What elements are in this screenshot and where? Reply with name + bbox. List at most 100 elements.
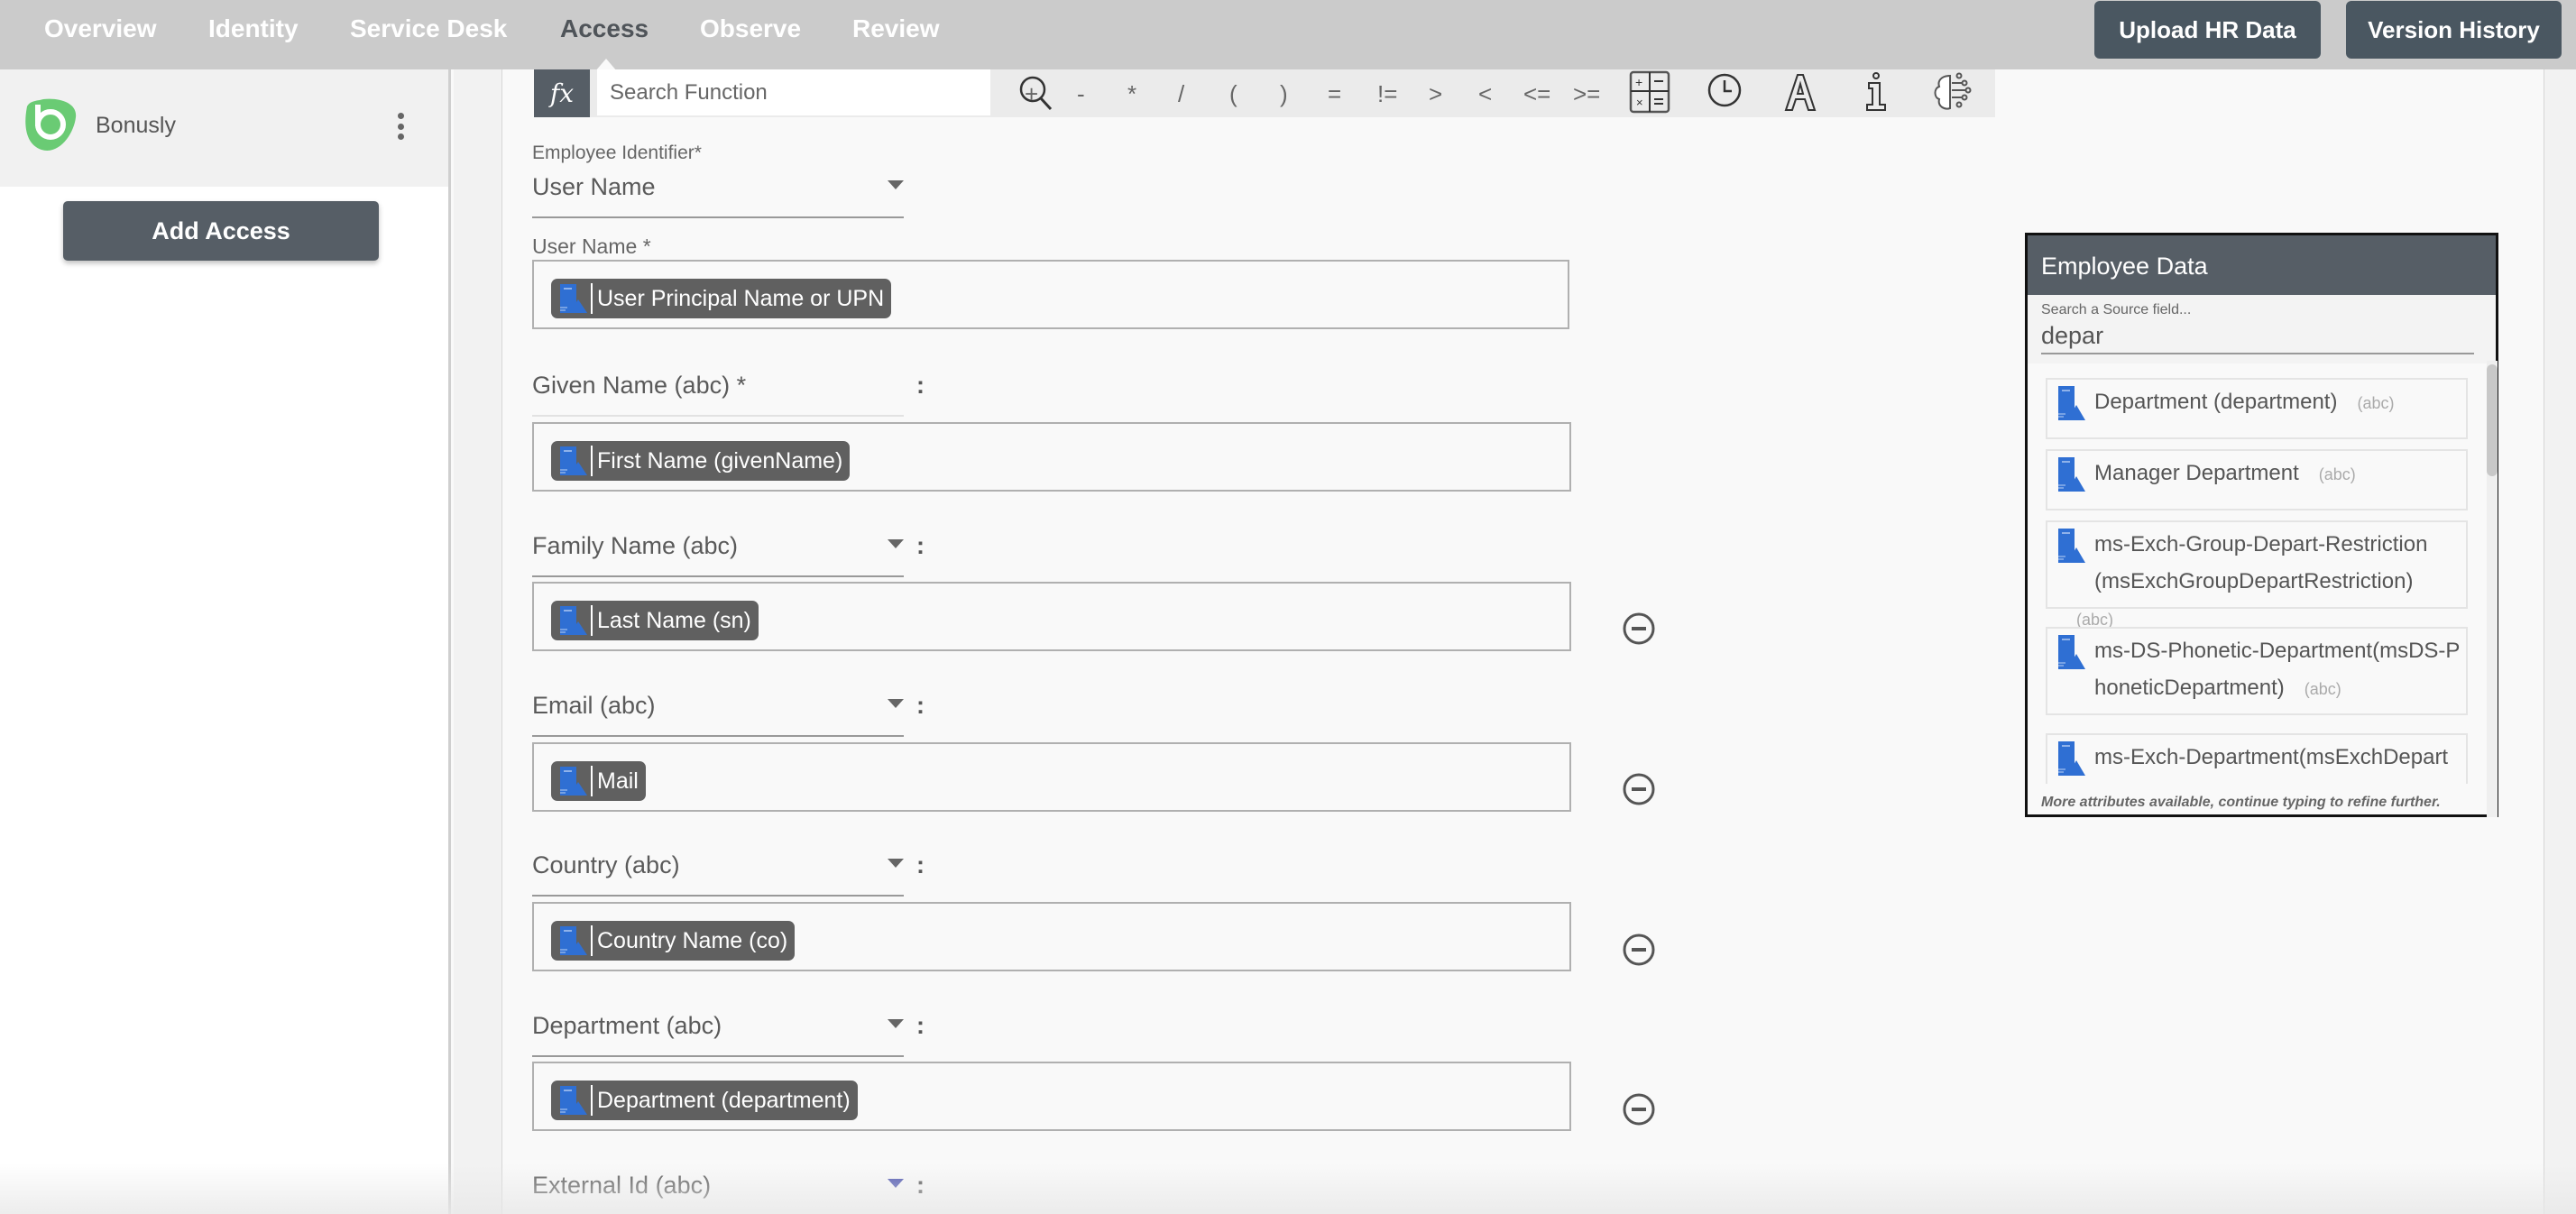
source-field-name: ms-Exch-Group-Depart-Restriction (msExch… xyxy=(2094,532,2428,593)
source-field-type: (abc) xyxy=(2076,611,2114,629)
remove-mapping-icon[interactable] xyxy=(1622,933,1656,967)
version-history-button[interactable]: Version History xyxy=(2346,1,2562,59)
operator-greater-equal[interactable]: >= xyxy=(1573,80,1600,108)
svg-text:+: + xyxy=(1635,75,1642,89)
operator-equals[interactable]: = xyxy=(1328,80,1341,108)
attribute-name: Department (abc) xyxy=(532,1012,722,1039)
text-icon[interactable] xyxy=(1777,70,1824,115)
directory-attribute-icon xyxy=(2058,386,2085,420)
source-field-name: ms-Exch-Department(msExchDepartment) xyxy=(2094,745,2449,784)
content-gutter xyxy=(454,69,502,1214)
chevron-down-icon xyxy=(888,1179,904,1188)
family-name-mapping-field[interactable]: Last Name (sn) xyxy=(532,582,1571,651)
function-search xyxy=(597,69,1053,115)
source-field-search-input[interactable] xyxy=(2041,318,2474,354)
department-attribute-select[interactable]: Department (abc) xyxy=(532,1007,904,1057)
email-attribute-select[interactable]: Email (abc) xyxy=(532,686,904,737)
source-field-chip[interactable]: User Principal Name or UPN xyxy=(551,279,892,318)
mapping-colon: : xyxy=(916,372,925,399)
directory-attribute-icon xyxy=(560,284,587,313)
chip-separator xyxy=(591,605,593,636)
calculator-icon[interactable]: + × xyxy=(1627,70,1674,115)
formula-toolbar: fx + - * / ( ) = != > < <= >= + × xyxy=(534,69,1995,117)
operator-close-paren[interactable]: ) xyxy=(1280,80,1288,108)
operator-open-paren[interactable]: ( xyxy=(1229,80,1237,108)
clock-icon[interactable] xyxy=(1701,70,1748,115)
directory-attribute-icon xyxy=(560,926,587,955)
source-field-list-scrollbar[interactable] xyxy=(2487,364,2498,476)
tab-overview[interactable]: Overview xyxy=(44,14,157,43)
operator-minus[interactable]: - xyxy=(1077,80,1085,108)
operator-less-than[interactable]: < xyxy=(1478,80,1492,108)
tab-access[interactable]: Access xyxy=(560,14,649,43)
operator-multiply[interactable]: * xyxy=(1127,80,1136,108)
tab-review[interactable]: Review xyxy=(852,14,940,43)
mapping-colon: : xyxy=(916,532,925,559)
operator-plus[interactable]: + xyxy=(1025,80,1038,108)
given-name-attribute: Given Name (abc) * xyxy=(532,366,904,417)
source-field-item[interactable]: ms-Exch-Department(msExchDepartment)(abc… xyxy=(2046,733,2468,784)
operator-divide[interactable]: / xyxy=(1178,80,1184,108)
directory-attribute-icon xyxy=(560,606,587,635)
chevron-down-icon xyxy=(888,1019,904,1028)
operator-not-equals[interactable]: != xyxy=(1377,80,1397,108)
user-name-label: User Name * xyxy=(532,235,651,258)
source-field-name: Country Name (co) xyxy=(597,927,788,953)
directory-attribute-icon xyxy=(560,1086,587,1115)
employee-identifier-select[interactable]: User Name xyxy=(532,168,904,218)
department-mapping-field[interactable]: Department (department) xyxy=(532,1062,1571,1131)
chevron-down-icon xyxy=(888,180,904,189)
directory-attribute-icon xyxy=(560,446,587,475)
source-field-item[interactable]: Department (department) (abc) xyxy=(2046,378,2468,439)
directory-attribute-icon xyxy=(2058,741,2085,776)
source-field-name: User Principal Name or UPN xyxy=(597,285,885,311)
chevron-down-icon xyxy=(888,859,904,868)
source-field-chip[interactable]: Country Name (co) xyxy=(551,921,796,961)
source-field-item[interactable]: Manager Department (abc) xyxy=(2046,449,2468,510)
add-access-button[interactable]: Add Access xyxy=(63,201,379,261)
source-field-chip[interactable]: Last Name (sn) xyxy=(551,601,759,640)
remove-mapping-icon[interactable] xyxy=(1622,1092,1656,1127)
remove-mapping-icon[interactable] xyxy=(1622,612,1656,646)
directory-attribute-icon xyxy=(2058,635,2085,669)
function-button[interactable]: fx xyxy=(534,69,590,117)
app-name: Bonusly xyxy=(96,113,176,138)
source-field-chip[interactable]: First Name (givenName) xyxy=(551,441,851,481)
user-name-mapping-field[interactable]: User Principal Name or UPN xyxy=(532,260,1569,329)
info-icon[interactable] xyxy=(1853,70,1900,115)
function-search-input[interactable] xyxy=(610,69,934,115)
chip-separator xyxy=(591,446,593,476)
tab-identity[interactable]: Identity xyxy=(208,14,299,43)
operator-greater-than[interactable]: > xyxy=(1429,80,1442,108)
chip-separator xyxy=(591,1085,593,1116)
more-options-icon[interactable] xyxy=(393,113,408,140)
source-field-name: Last Name (sn) xyxy=(597,607,751,633)
attribute-name: Country (abc) xyxy=(532,851,680,878)
tab-service-desk[interactable]: Service Desk xyxy=(350,14,507,43)
ai-brain-icon[interactable] xyxy=(1928,70,1975,115)
source-field-type: (abc) xyxy=(2357,394,2395,412)
more-attributes-hint: More attributes available, continue typi… xyxy=(2028,795,2496,814)
bonusly-logo-icon xyxy=(25,98,77,151)
source-field-chip[interactable]: Mail xyxy=(551,761,646,801)
source-field-chip[interactable]: Department (department) xyxy=(551,1081,858,1120)
tab-observe[interactable]: Observe xyxy=(700,14,801,43)
email-mapping-field[interactable]: Mail xyxy=(532,742,1571,812)
given-name-mapping-field[interactable]: First Name (givenName) xyxy=(532,422,1571,492)
upload-hr-data-button[interactable]: Upload HR Data xyxy=(2094,1,2321,59)
remove-mapping-icon[interactable] xyxy=(1622,772,1656,806)
external-id-attribute-select[interactable]: External Id (abc) xyxy=(532,1166,904,1214)
employee-data-title: Employee Data xyxy=(2028,235,2496,295)
operator-less-equal[interactable]: <= xyxy=(1523,80,1550,108)
source-field-item[interactable]: ms-Exch-Group-Depart-Restriction (msExch… xyxy=(2046,520,2468,629)
attribute-name: Family Name (abc) xyxy=(532,532,739,559)
country-mapping-field[interactable]: Country Name (co) xyxy=(532,902,1571,971)
source-field-item[interactable]: ms-DS-Phonetic-Department(msDS-PhoneticD… xyxy=(2046,627,2468,715)
source-field-list: Department (department) (abc) Manager Dep… xyxy=(2028,363,2496,784)
employee-data-panel: Employee Data Search a Source field... D… xyxy=(2025,233,2498,817)
country-attribute-select[interactable]: Country (abc) xyxy=(532,846,904,897)
source-field-search: Search a Source field... xyxy=(2028,295,2496,363)
source-field-name: First Name (givenName) xyxy=(597,447,843,474)
employee-identifier-label: Employee Identifier* xyxy=(532,143,702,163)
family-name-attribute-select[interactable]: Family Name (abc) xyxy=(532,527,904,577)
